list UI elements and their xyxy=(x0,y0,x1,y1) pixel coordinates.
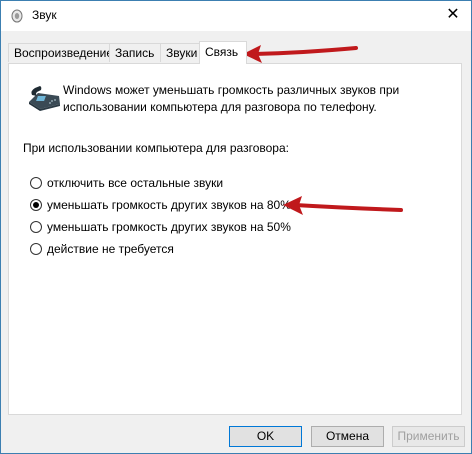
options-group-label: При использовании компьютера для разгово… xyxy=(23,141,289,155)
radio-mute-all[interactable] xyxy=(30,177,42,189)
tab-strip: Воспроизведение Запись Звуки Связь xyxy=(8,41,468,64)
option-mute-all[interactable]: отключить все остальные звуки xyxy=(30,175,223,191)
cancel-button[interactable]: Отмена xyxy=(311,426,384,447)
description-text: Windows может уменьшать громкость различ… xyxy=(63,83,400,114)
option-label: уменьшать громкость других звуков на 80% xyxy=(47,198,291,212)
radio-do-nothing[interactable] xyxy=(30,243,42,255)
tab-recording[interactable]: Запись xyxy=(109,43,161,62)
ok-button[interactable]: OK xyxy=(229,426,302,447)
tab-communications[interactable]: Связь xyxy=(199,41,247,64)
title-bar[interactable]: Звук ✕ xyxy=(1,1,471,31)
option-label: действие не требуется xyxy=(47,242,174,256)
tab-sounds[interactable]: Звуки xyxy=(160,43,202,62)
option-reduce-80[interactable]: уменьшать громкость других звуков на 80% xyxy=(30,197,291,213)
option-do-nothing[interactable]: действие не требуется xyxy=(30,241,174,257)
option-label: отключить все остальные звуки xyxy=(47,176,224,190)
communications-panel: Windows может уменьшать громкость различ… xyxy=(8,63,462,415)
option-label: уменьшать громкость других звуков на 50% xyxy=(47,220,291,234)
apply-button[interactable]: Применить xyxy=(392,426,465,447)
telephone-icon xyxy=(29,86,60,111)
tab-playback[interactable]: Воспроизведение xyxy=(8,43,113,62)
radio-reduce-80[interactable] xyxy=(30,199,42,211)
option-reduce-50[interactable]: уменьшать громкость других звуков на 50% xyxy=(30,219,291,235)
window-title: Звук xyxy=(32,8,57,22)
speaker-icon xyxy=(11,9,23,23)
radio-reduce-50[interactable] xyxy=(30,221,42,233)
close-button[interactable]: ✕ xyxy=(441,4,465,26)
sound-dialog: Звук ✕ Воспроизведение Запись Звуки Связ… xyxy=(0,0,472,454)
